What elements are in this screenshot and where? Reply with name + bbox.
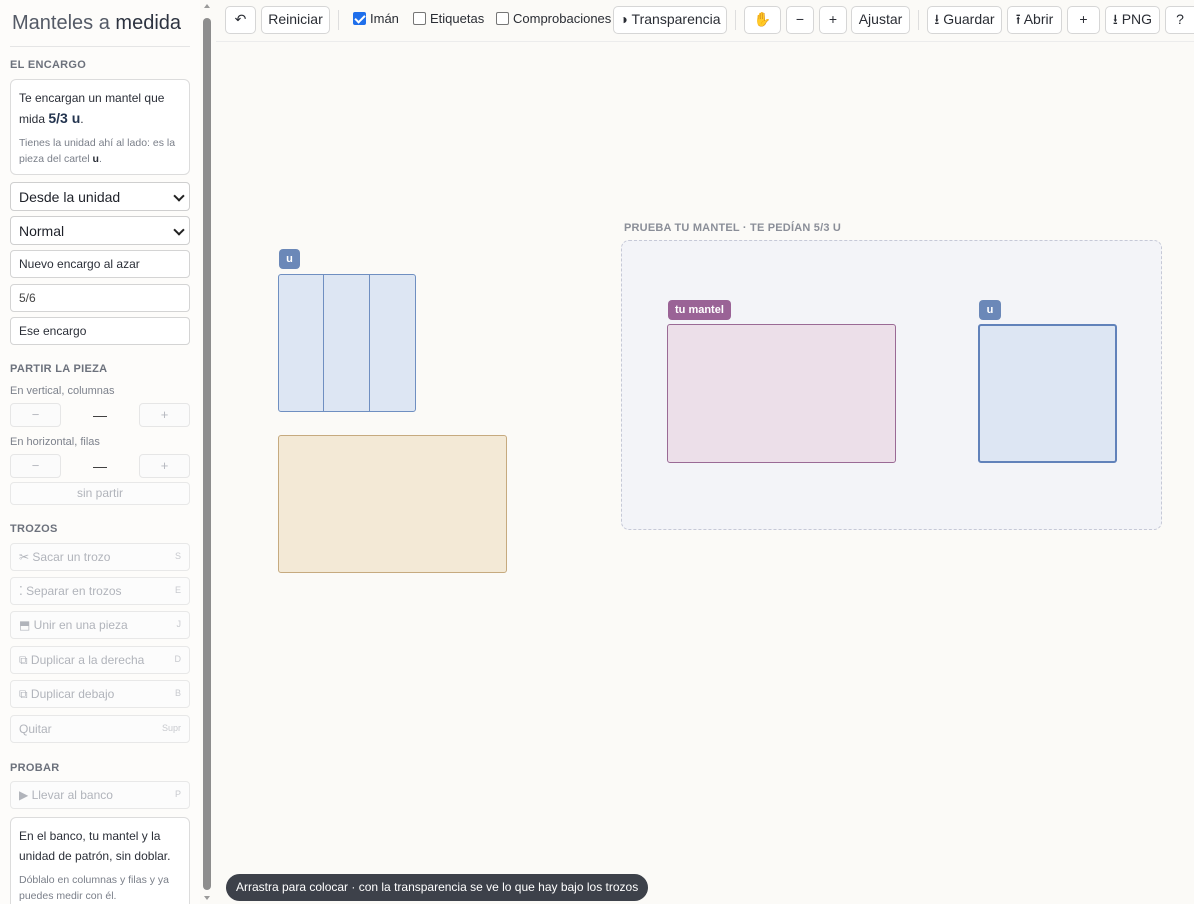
checkbox-icon[interactable] <box>413 12 426 25</box>
random-encargo-button[interactable]: Nuevo encargo al azar <box>10 250 190 278</box>
labels-label: Etiquetas <box>430 11 485 26</box>
fraction-input[interactable]: 5/6 <box>10 284 190 312</box>
no-split-button[interactable]: sin partir <box>10 482 190 505</box>
mode-select-value: Desde la unidad <box>19 189 121 205</box>
bench-info-sub: Dóblalo en columnas y filas y ya puedes … <box>19 874 169 902</box>
vertical-plus-button[interactable]: + <box>139 403 190 427</box>
shortcut-key: P <box>174 789 181 799</box>
duplicate-below-button[interactable]: ⧉ Duplicar debajo B <box>10 680 190 708</box>
shortcut-key: D <box>174 654 182 664</box>
level-select-value: Normal <box>19 223 65 239</box>
horizontal-value: — <box>93 458 107 474</box>
column-divider <box>369 275 370 411</box>
title-divider <box>10 46 190 47</box>
duplicate-below-label: ⧉ Duplicar debajo <box>19 687 115 701</box>
undo-button[interactable]: ↶ <box>225 6 256 34</box>
join-piece-button[interactable]: ⬒ Unir en una pieza J <box>10 611 190 639</box>
checkbox-icon[interactable] <box>496 12 509 25</box>
horizontal-label: En horizontal, filas <box>10 436 100 448</box>
encargo-hint-end: . <box>98 153 102 165</box>
toolbar-separator <box>338 10 339 30</box>
app-title-normal: Manteles a <box>12 12 110 34</box>
bench-info-main: En el banco, tu mantel y la unidad de pa… <box>19 829 171 863</box>
sidebar-scrollbar[interactable] <box>203 4 211 900</box>
level-select[interactable]: Normal <box>10 216 190 245</box>
apply-encargo-button[interactable]: Ese encargo <box>10 317 190 345</box>
help-button[interactable]: ? <box>1165 6 1194 34</box>
zoom-in-button[interactable]: + <box>819 6 847 34</box>
remove-label: Quitar <box>19 722 52 736</box>
open-button[interactable]: ⭱ Abrir <box>1007 6 1062 34</box>
shortcut-key: E <box>174 585 181 595</box>
add-button[interactable]: + <box>1067 6 1100 34</box>
checkbox-checked-icon[interactable] <box>353 12 366 25</box>
encargo-card: Te encargan un mantel que mida 5/3 u. Ti… <box>10 79 190 175</box>
cut-piece-label: ✂ Sacar un trozo <box>19 550 111 564</box>
save-button[interactable]: ⭳ Guardar <box>927 6 1002 34</box>
sidebar: Manteles a medida EL ENCARGO Te encargan… <box>0 0 200 904</box>
bench-info-card: En el banco, tu mantel y la unidad de pa… <box>10 817 190 904</box>
shortcut-key: B <box>174 688 181 698</box>
duplicate-right-button[interactable]: ⧉ Duplicar a la derecha D <box>10 646 190 674</box>
reset-button[interactable]: Reiniciar <box>261 6 330 34</box>
duplicate-right-label: ⧉ Duplicar a la derecha <box>19 653 145 667</box>
bench-button[interactable]: ▶ Llevar al banco P <box>10 781 190 809</box>
vertical-value: — <box>93 407 107 423</box>
encargo-line: Te encargan un mantel que mida <box>19 91 165 126</box>
unit-piece[interactable] <box>278 274 416 412</box>
magnet-label: Imán <box>370 11 399 26</box>
horizontal-plus-button[interactable]: + <box>139 454 190 478</box>
encargo-tail: . <box>80 112 84 126</box>
section-probar-title: PROBAR <box>10 762 60 774</box>
horizontal-minus-button[interactable]: − <box>10 454 61 478</box>
encargo-text: Te encargan un mantel que mida 5/3 u. <box>19 88 181 129</box>
png-export-button[interactable]: ⭳ PNG <box>1105 6 1160 34</box>
split-pieces-button[interactable]: ⁚ Separar en trozos E <box>10 577 190 605</box>
app-title: Manteles a medida <box>12 12 181 35</box>
labels-toggle[interactable]: Etiquetas <box>413 11 484 26</box>
cut-piece-button[interactable]: ✂ Sacar un trozo S <box>10 543 190 571</box>
bench-title: PRUEBA TU MANTEL · TE PEDÍAN 5/3 U <box>624 222 842 234</box>
scroll-down-icon[interactable] <box>204 896 210 900</box>
column-divider <box>323 275 324 411</box>
fit-button[interactable]: Ajustar <box>851 6 910 34</box>
scrollbar-thumb[interactable] <box>203 18 211 890</box>
unit-tag[interactable]: u <box>279 249 300 269</box>
shortcut-key: Supr <box>161 723 181 733</box>
split-pieces-label: ⁚ Separar en trozos <box>19 584 122 598</box>
bench-unit-piece[interactable] <box>978 324 1117 463</box>
chevron-down-icon <box>173 224 185 236</box>
checks-label: Comprobaciones <box>513 11 612 26</box>
section-trozos-title: TROZOS <box>10 523 58 535</box>
transparency-button[interactable]: ◑ Transparencia <box>613 6 727 34</box>
chevron-down-icon <box>173 190 185 202</box>
status-hint: Arrastra para colocar · con la transpare… <box>226 874 649 901</box>
shortcut-key: J <box>176 619 182 629</box>
mantel-tag[interactable]: tu mantel <box>668 300 731 320</box>
app-title-bold: medida <box>115 12 182 34</box>
remove-button[interactable]: Quitar Supr <box>10 715 190 743</box>
encargo-hint: Tienes la unidad ahí al lado: es la piez… <box>19 135 181 167</box>
bench-button-label: ▶ Llevar al banco <box>19 788 113 802</box>
zoom-out-button[interactable]: − <box>786 6 814 34</box>
tablecloth-piece[interactable] <box>278 435 507 573</box>
mode-select[interactable]: Desde la unidad <box>10 182 190 211</box>
toolbar-separator <box>735 10 736 30</box>
bench-unit-tag[interactable]: u <box>979 300 1001 320</box>
vertical-minus-button[interactable]: − <box>10 403 61 427</box>
section-partir-title: PARTIR LA PIEZA <box>10 363 108 375</box>
magnet-toggle[interactable]: Imán <box>353 11 399 26</box>
pan-hand-button[interactable]: ✋ <box>744 6 781 34</box>
encargo-amount: 5/3 u <box>48 110 81 126</box>
join-piece-label: ⬒ Unir en una pieza <box>19 618 128 632</box>
checks-toggle[interactable]: Comprobaciones <box>496 11 611 26</box>
section-encargo-title: EL ENCARGO <box>10 59 87 71</box>
shortcut-key: S <box>174 551 181 561</box>
toolbar: ↶ Reiniciar Imán Etiquetas Comprobacione… <box>216 0 1194 42</box>
toolbar-separator <box>918 10 919 30</box>
work-canvas[interactable]: u PRUEBA TU MANTEL · TE PEDÍAN 5/3 U tu … <box>216 42 1194 904</box>
scroll-up-icon[interactable] <box>204 4 210 8</box>
bench-mantel-piece[interactable] <box>667 324 896 463</box>
vertical-label: En vertical, columnas <box>10 385 115 397</box>
